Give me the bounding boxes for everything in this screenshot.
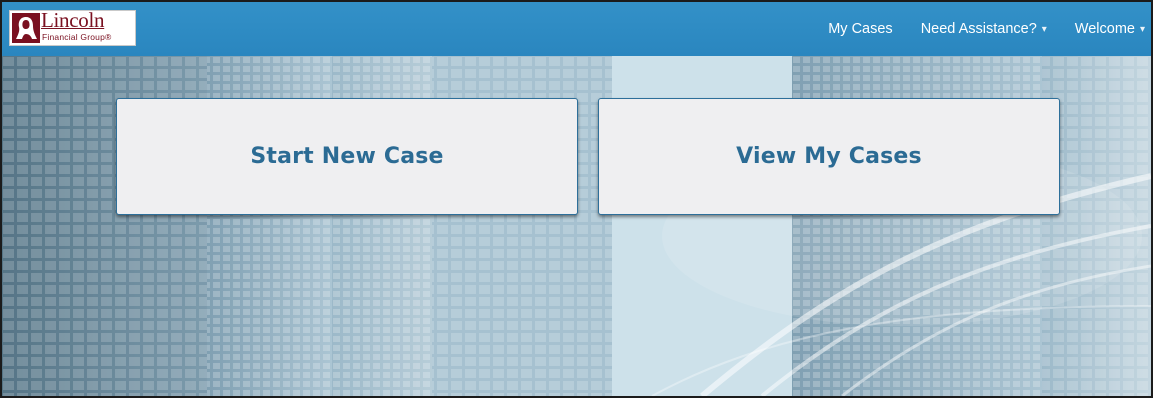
brand-subtitle: Financial Group® [42, 32, 112, 42]
nav-welcome-label: Welcome [1074, 21, 1135, 37]
lincoln-logo-icon [12, 13, 40, 43]
chevron-down-icon: ▾ [1139, 23, 1145, 35]
brand-name: Lincoln [41, 8, 105, 32]
top-navbar: Lincoln Financial Group® My Cases Need A… [2, 2, 1151, 56]
app-window: Lincoln Financial Group® My Cases Need A… [0, 0, 1153, 398]
view-my-cases-button[interactable]: View My Cases [598, 98, 1060, 215]
nav-my-cases[interactable]: My Cases [828, 21, 892, 37]
start-new-case-button[interactable]: Start New Case [116, 98, 578, 215]
nav-welcome[interactable]: Welcome ▾ [1075, 21, 1145, 37]
lincoln-logo[interactable]: Lincoln Financial Group® [9, 8, 136, 46]
view-my-cases-label: View My Cases [736, 144, 922, 169]
main-nav: My Cases Need Assistance? ▾ Welcome ▾ [800, 2, 1145, 56]
chevron-down-icon: ▾ [1041, 23, 1047, 35]
nav-need-assistance[interactable]: Need Assistance? ▾ [921, 21, 1047, 37]
nav-need-assistance-label: Need Assistance? [920, 21, 1037, 37]
nav-my-cases-label: My Cases [828, 21, 893, 37]
start-new-case-label: Start New Case [250, 144, 444, 169]
